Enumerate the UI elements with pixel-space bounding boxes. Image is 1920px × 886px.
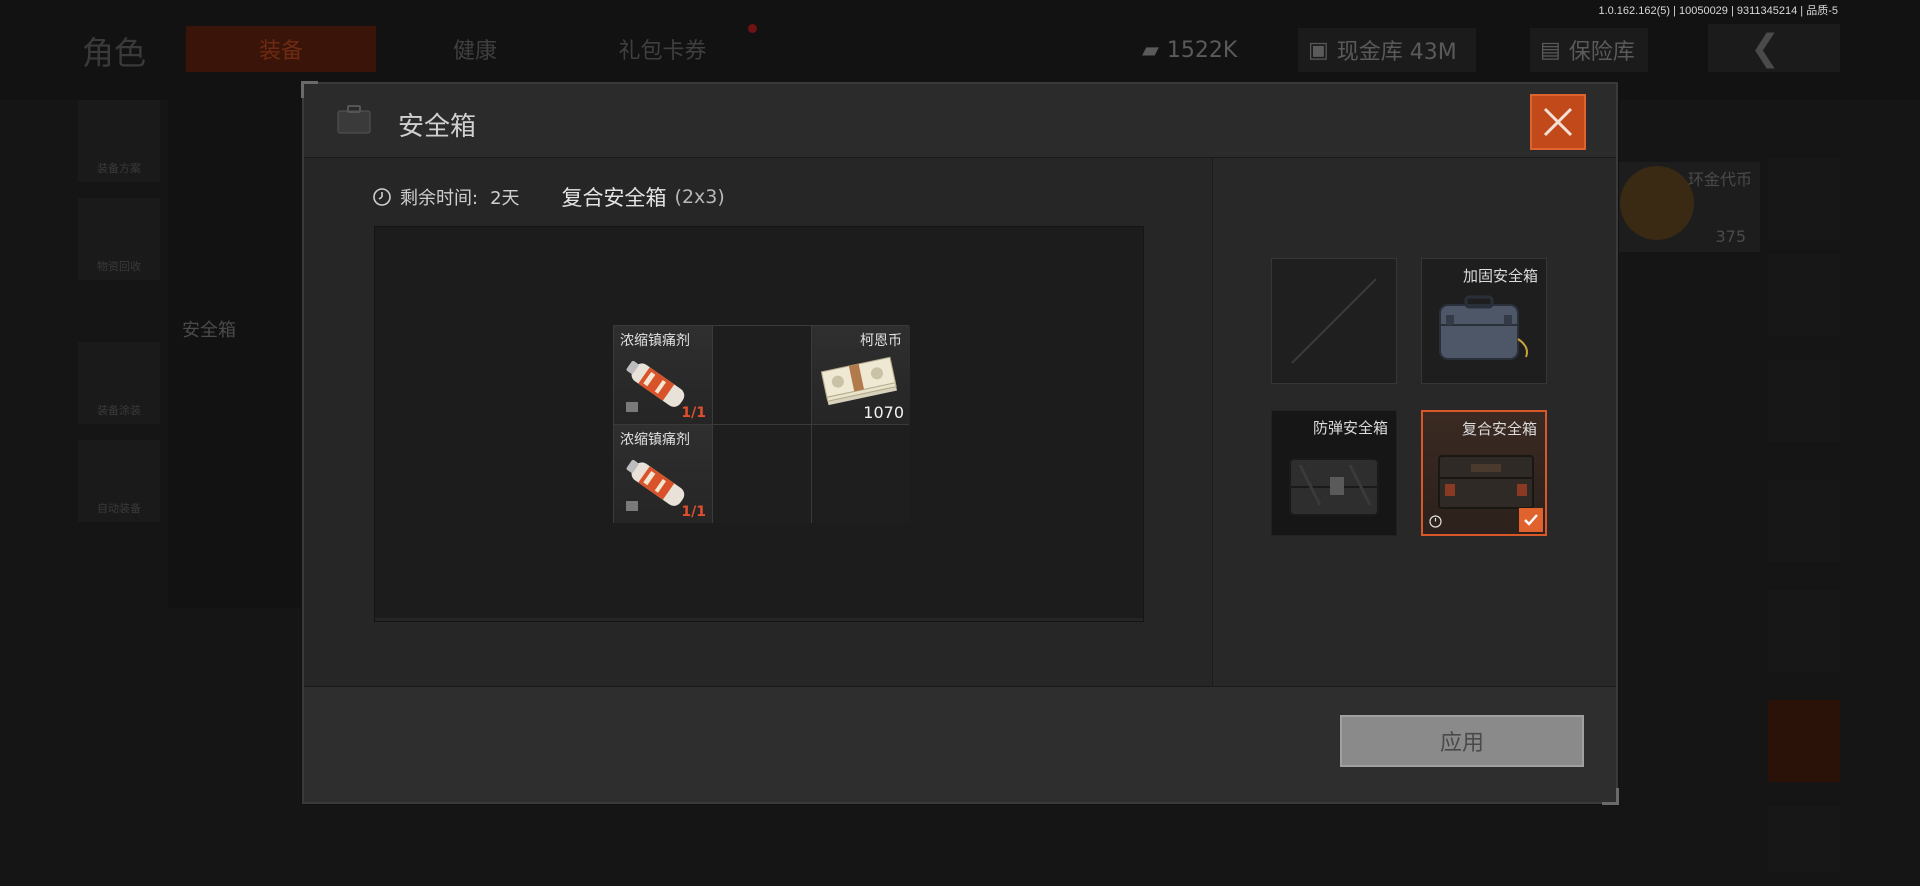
case-option-reinforced[interactable]: 加固安全箱 xyxy=(1421,258,1547,384)
tab-gift-coupons[interactable]: 礼包卡券 xyxy=(600,26,725,72)
token-icon xyxy=(1620,166,1694,240)
back-arrow-icon: ❮ xyxy=(1750,27,1781,69)
inventory-slot[interactable]: 柯恩币 1070 xyxy=(812,326,910,424)
side-icon-3[interactable] xyxy=(1768,360,1840,442)
modal-title: 安全箱 xyxy=(398,112,477,142)
role-title: 角色 xyxy=(82,34,147,72)
item-count: 1/1 xyxy=(681,405,706,421)
equip-plan-button[interactable]: 装备方案 xyxy=(78,100,160,182)
recycle-button[interactable]: 物资回收 xyxy=(78,198,160,280)
left-equipment-panel xyxy=(168,98,304,608)
current-case-name: 复合安全箱 xyxy=(561,186,667,210)
safe-box-section-label: 安全箱 xyxy=(182,320,236,341)
modal-footer: 应用 xyxy=(304,686,1616,802)
tab-equipment[interactable]: 装备 xyxy=(186,26,376,72)
modal-header: 安全箱 xyxy=(304,84,1616,158)
back-button[interactable]: ❮ xyxy=(1708,24,1840,72)
inventory-slot[interactable]: 浓缩镇痛剂 1/1 xyxy=(614,326,712,424)
equip-skin-button[interactable]: 装备涂装 xyxy=(78,342,160,424)
vault-icon: ▣ xyxy=(1308,37,1329,63)
empty-slot-icon xyxy=(1291,278,1377,364)
inventory-slot-empty[interactable] xyxy=(812,425,910,523)
current-case-size: (2x3) xyxy=(674,186,725,208)
notification-dot xyxy=(748,24,757,33)
safe-box-modal: 安全箱 剩余时间: 2天 复合安全箱 (2x3) 浓缩镇痛剂 1/1 柯恩币 1… xyxy=(301,81,1619,805)
token-card: 环金代币 375 xyxy=(1612,162,1760,252)
safe-icon: ▤ xyxy=(1540,37,1561,63)
tab-health[interactable]: 健康 xyxy=(430,26,520,72)
inventory-slot-empty[interactable] xyxy=(713,326,811,424)
inventory-grid: 浓缩镇痛剂 1/1 柯恩币 1070 浓缩镇痛剂 1/1 xyxy=(613,325,910,523)
safe-vault-button[interactable]: ▤ 保险库 xyxy=(1530,28,1648,72)
close-icon xyxy=(1543,107,1573,137)
case-selector-panel: 加固安全箱 防弹安全箱 复合安全箱 xyxy=(1212,158,1616,686)
add-icon[interactable] xyxy=(1768,806,1840,872)
cash-icon: ▰ xyxy=(1142,37,1159,63)
item-count: 1070 xyxy=(863,403,904,422)
cash-vault-button[interactable]: ▣ 现金库 43M xyxy=(1298,28,1476,72)
case-contents-panel: 剩余时间: 2天 复合安全箱 (2x3) 浓缩镇痛剂 1/1 柯恩币 1070 … xyxy=(304,158,1212,686)
reinforced-case-icon xyxy=(1439,295,1528,360)
item-count: 1/1 xyxy=(681,504,706,520)
coin-balance: ▰ 1522K xyxy=(1142,37,1238,63)
apply-button[interactable]: 应用 xyxy=(1340,715,1584,767)
case-info-row: 剩余时间: 2天 复合安全箱 (2x3) xyxy=(372,182,725,212)
inventory-slot[interactable]: 浓缩镇痛剂 1/1 xyxy=(614,425,712,523)
case-option-composite[interactable]: 复合安全箱 xyxy=(1421,410,1547,536)
close-button[interactable] xyxy=(1530,94,1586,150)
version-text: 1.0.162.162(5) | 10050029 | 9311345214 |… xyxy=(1598,5,1838,17)
case-option-bulletproof[interactable]: 防弹安全箱 xyxy=(1271,410,1397,536)
bulletproof-case-icon xyxy=(1289,458,1379,516)
remaining-time-label: 剩余时间: xyxy=(400,188,479,209)
timer-icon xyxy=(1429,515,1442,528)
checkmark-icon xyxy=(1519,508,1543,532)
briefcase-icon xyxy=(337,105,371,134)
divider xyxy=(375,618,1143,621)
auto-equip-button[interactable]: 自动装备 xyxy=(78,440,160,522)
clock-icon xyxy=(373,188,391,206)
case-option-empty xyxy=(1271,258,1397,384)
remaining-time-value: 2天 xyxy=(490,188,520,209)
side-icon-4[interactable] xyxy=(1768,480,1840,562)
side-icon-2[interactable] xyxy=(1768,254,1840,336)
side-icon-5[interactable] xyxy=(1768,590,1840,672)
inventory-slot-empty[interactable] xyxy=(713,425,811,523)
cash-stack-icon xyxy=(820,356,897,406)
inventory-area: 浓缩镇痛剂 1/1 柯恩币 1070 浓缩镇痛剂 1/1 xyxy=(374,226,1144,622)
home-icon[interactable] xyxy=(1768,158,1840,240)
side-icon-6[interactable] xyxy=(1768,700,1840,782)
